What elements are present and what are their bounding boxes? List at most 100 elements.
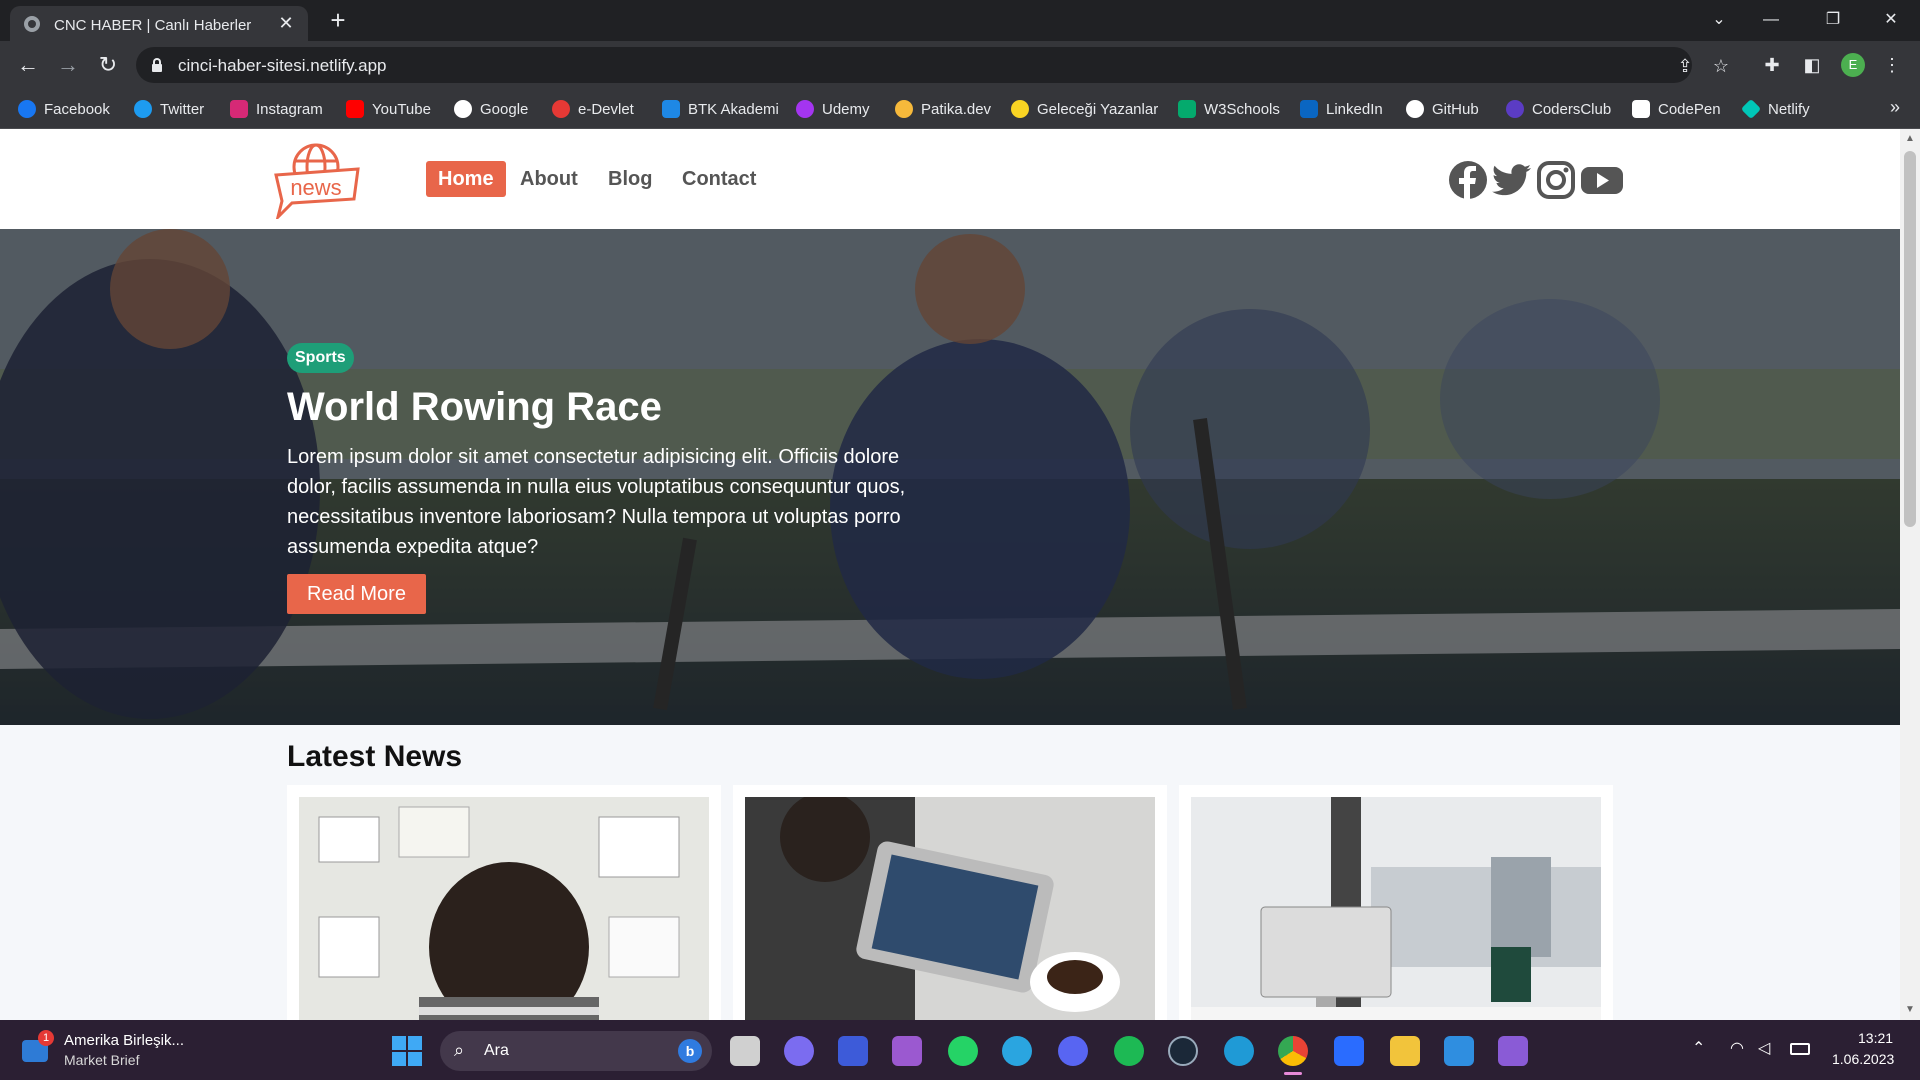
instagram-icon xyxy=(230,100,248,118)
bookmark-linkedin[interactable]: LinkedIn xyxy=(1300,99,1383,119)
start-button[interactable] xyxy=(392,1036,422,1066)
url-text[interactable]: cinci-haber-sitesi.netlify.app xyxy=(178,56,387,76)
forward-arrow-icon[interactable]: → xyxy=(54,51,82,79)
clock-time[interactable]: 13:21 xyxy=(1858,1030,1893,1046)
bookmarks-bar: Facebook Twitter Instagram YouTube Googl… xyxy=(0,89,1920,129)
bookmark-w3schools[interactable]: W3Schools xyxy=(1178,99,1280,119)
bookmark-btk-akademi[interactable]: BTK Akademi xyxy=(662,99,779,119)
news-logo[interactable]: news xyxy=(272,141,362,219)
tab-search-icon[interactable]: ⌄ xyxy=(1704,6,1734,34)
bookmark-facebook[interactable]: Facebook xyxy=(18,99,110,119)
lock-icon xyxy=(152,58,162,72)
bookmark-udemy[interactable]: Udemy xyxy=(796,99,870,119)
news-card[interactable] xyxy=(287,785,721,1020)
category-badge[interactable]: Sports xyxy=(287,343,354,373)
news-card[interactable] xyxy=(733,785,1167,1020)
minimize-button[interactable]: — xyxy=(1756,6,1786,34)
youtube-icon xyxy=(346,100,364,118)
bookmark-github[interactable]: GitHub xyxy=(1406,99,1479,119)
news-card[interactable] xyxy=(1179,785,1613,1020)
page-viewport: news Home About Blog Contact Sports Worl… xyxy=(0,129,1920,1020)
app-icon[interactable] xyxy=(838,1036,868,1066)
hero-description: Lorem ipsum dolor sit amet consectetur a… xyxy=(287,446,906,558)
spotify-icon[interactable] xyxy=(1114,1036,1144,1066)
notification-badge: 1 xyxy=(38,1030,54,1046)
wifi-icon[interactable]: ◠ xyxy=(1730,1038,1744,1058)
bookmark-edevlet[interactable]: e-Devlet xyxy=(552,99,634,119)
hero-banner: Sports World Rowing Race Lorem ipsum dol… xyxy=(0,229,1900,725)
bookmark-gelecegi-yazanlar[interactable]: Geleceği Yazanlar xyxy=(1011,99,1158,119)
scroll-down-icon[interactable]: ▼ xyxy=(1904,1004,1916,1016)
teams-chat-icon[interactable] xyxy=(784,1036,814,1066)
visual-studio-icon[interactable] xyxy=(1498,1036,1528,1066)
edge-icon[interactable] xyxy=(1224,1036,1254,1066)
bookmark-star-icon[interactable]: ☆ xyxy=(1710,55,1732,77)
codersclub-icon xyxy=(1506,100,1524,118)
news-widget[interactable]: 1 Amerika Birleşik... Market Brief xyxy=(22,1030,222,1072)
speaker-icon[interactable]: ◁ xyxy=(1758,1038,1770,1058)
scroll-up-icon[interactable]: ▲ xyxy=(1904,133,1916,145)
bookmark-codepen[interactable]: CodePen xyxy=(1632,99,1721,119)
chevron-up-icon[interactable]: ⌃ xyxy=(1692,1038,1705,1058)
page-scrollbar[interactable]: ▲ ▼ xyxy=(1900,129,1920,1020)
profile-avatar[interactable]: E xyxy=(1841,53,1865,77)
new-tab-button[interactable]: + xyxy=(326,7,350,33)
address-bar[interactable]: cinci-haber-sitesi.netlify.app ⇪ ☆ xyxy=(136,47,1729,83)
browser-tab[interactable]: CNC HABER | Canlı Haberler ✕ xyxy=(10,6,308,41)
btk-icon xyxy=(662,100,680,118)
sticky-notes-icon[interactable] xyxy=(1390,1036,1420,1066)
bookmark-netlify[interactable]: Netlify xyxy=(1740,98,1810,120)
linkedin-icon xyxy=(1300,100,1318,118)
read-more-button[interactable]: Read More xyxy=(287,574,426,614)
whatsapp-icon[interactable] xyxy=(948,1036,978,1066)
bookmark-google[interactable]: Google xyxy=(454,99,528,119)
bookmarks-overflow-icon[interactable]: » xyxy=(1890,97,1900,118)
w3schools-icon xyxy=(1178,100,1196,118)
scroll-thumb[interactable] xyxy=(1904,151,1916,527)
discord-icon[interactable] xyxy=(1058,1036,1088,1066)
taskbar-search[interactable]: ⌕ Ara b xyxy=(440,1031,712,1071)
clipchamp-icon[interactable] xyxy=(892,1036,922,1066)
clock-date[interactable]: 1.06.2023 xyxy=(1832,1051,1894,1067)
facebook-icon[interactable] xyxy=(1447,159,1489,201)
share-icon[interactable]: ⇪ xyxy=(1674,55,1696,77)
reload-icon[interactable]: ↻ xyxy=(94,51,122,79)
instagram-icon[interactable] xyxy=(1535,159,1577,201)
edevlet-icon xyxy=(552,100,570,118)
extensions-icon[interactable]: ✚ xyxy=(1760,53,1784,77)
bookmark-instagram[interactable]: Instagram xyxy=(230,99,323,119)
bookmark-codersclub[interactable]: CodersClub xyxy=(1506,99,1611,119)
twitter-icon[interactable] xyxy=(1491,159,1533,201)
nav-contact[interactable]: Contact xyxy=(670,161,768,197)
widget-title: Amerika Birleşik... xyxy=(64,1032,185,1049)
site-header: news Home About Blog Contact xyxy=(0,129,1900,229)
browser-toolbar: ← → ↻ cinci-haber-sitesi.netlify.app ⇪ ☆… xyxy=(0,41,1920,89)
battery-icon[interactable] xyxy=(1790,1043,1810,1055)
bookmark-twitter[interactable]: Twitter xyxy=(134,99,204,119)
tab-close-icon[interactable]: ✕ xyxy=(276,13,296,33)
side-panel-icon[interactable]: ◧ xyxy=(1800,53,1824,77)
nav-blog[interactable]: Blog xyxy=(596,161,664,197)
globe-icon xyxy=(24,16,40,32)
chrome-icon[interactable] xyxy=(1278,1036,1308,1066)
vscode-icon[interactable] xyxy=(1444,1036,1474,1066)
bookmark-youtube[interactable]: YouTube xyxy=(346,99,431,119)
bing-icon[interactable]: b xyxy=(678,1039,702,1063)
twitter-icon xyxy=(134,100,152,118)
nav-home[interactable]: Home xyxy=(426,161,506,197)
github-icon xyxy=(1406,100,1424,118)
logo-text: news xyxy=(290,175,341,200)
close-window-button[interactable]: ✕ xyxy=(1876,6,1906,34)
telegram-icon[interactable] xyxy=(1002,1036,1032,1066)
back-arrow-icon[interactable]: ← xyxy=(14,51,42,79)
latest-news-heading: Latest News xyxy=(287,740,463,773)
nav-about[interactable]: About xyxy=(508,161,590,197)
restore-button[interactable]: ❐ xyxy=(1818,6,1848,34)
bookmark-patika[interactable]: Patika.dev xyxy=(895,99,991,119)
kebab-menu-icon[interactable]: ⋮ xyxy=(1880,53,1904,77)
youtube-icon[interactable] xyxy=(1579,159,1625,201)
search-icon: ⌕ xyxy=(454,1040,465,1060)
steam-icon[interactable] xyxy=(1168,1036,1198,1066)
task-view-icon[interactable] xyxy=(730,1036,760,1066)
notion-icon[interactable] xyxy=(1334,1036,1364,1066)
